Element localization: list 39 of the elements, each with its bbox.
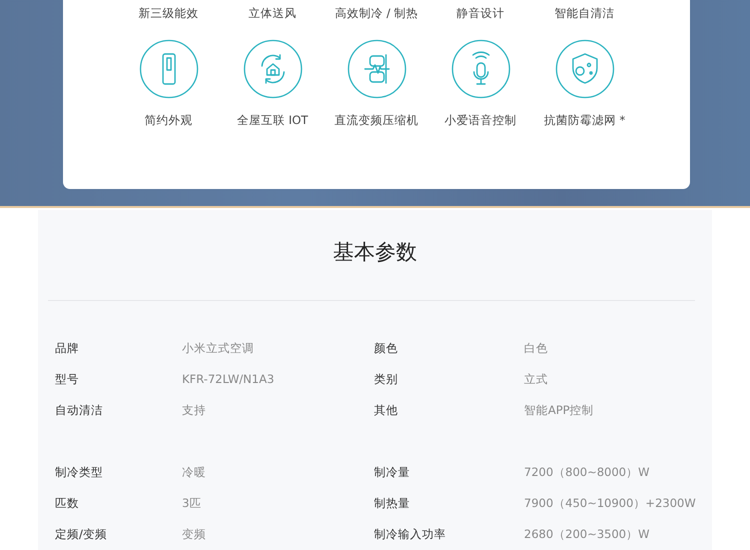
spec-value: 智能APP控制 [524,402,595,418]
feature-label: 立体送风 [248,6,298,21]
feature-label: 抗菌防霉滤网 * [544,113,626,128]
spec-label: 类别 [374,371,399,387]
spec-label: 制冷类型 [55,464,104,480]
spec-value: 支持 [182,402,207,418]
spec-value: 7200（800~8000）W [524,464,650,480]
unit-icon [138,39,198,99]
spec-label: 型号 [55,371,80,387]
shield-icon [554,39,614,99]
spec-label: 定频/变频 [55,526,108,542]
spec-label: 品牌 [55,340,80,356]
spec-label: 颜色 [374,340,399,356]
spec-label: 其他 [374,402,399,418]
spec-value: 7900（450~10900）+2300W [524,495,697,511]
home-sync-icon [242,39,302,99]
spec-value: 小米立式空调 [182,340,255,356]
spec-value: 白色 [524,340,549,356]
section-title: 基本参数 [332,239,418,266]
spec-value: KFR-72LW/N1A3 [182,371,276,387]
spec-label: 自动清洁 [55,402,104,418]
feature-label: 直流变频压缩机 [334,113,418,128]
feature-label: 简约外观 [144,113,192,128]
spec-label: 匹数 [55,495,80,511]
feature-label: 新三级能效 [138,6,200,21]
feature-label: 全屋互联 IOT [236,113,308,128]
microphone-icon [450,39,510,99]
spec-value: 变频 [182,526,207,542]
spec-label: 制冷量 [374,464,411,480]
spec-label: 制热量 [374,495,411,511]
spec-label: 制冷输入功率 [374,526,447,542]
spec-value: 冷暖 [182,464,207,480]
feature-label: 高效制冷 / 制热 [334,6,420,21]
feature-label: 智能自清洁 [554,6,616,21]
spec-value: 2680（200~3500）W [524,526,650,542]
spec-value: 立式 [524,371,549,387]
feature-label: 静音设计 [456,6,506,21]
feature-label: 小爱语音控制 [444,113,516,128]
spec-value: 3匹 [182,495,202,511]
